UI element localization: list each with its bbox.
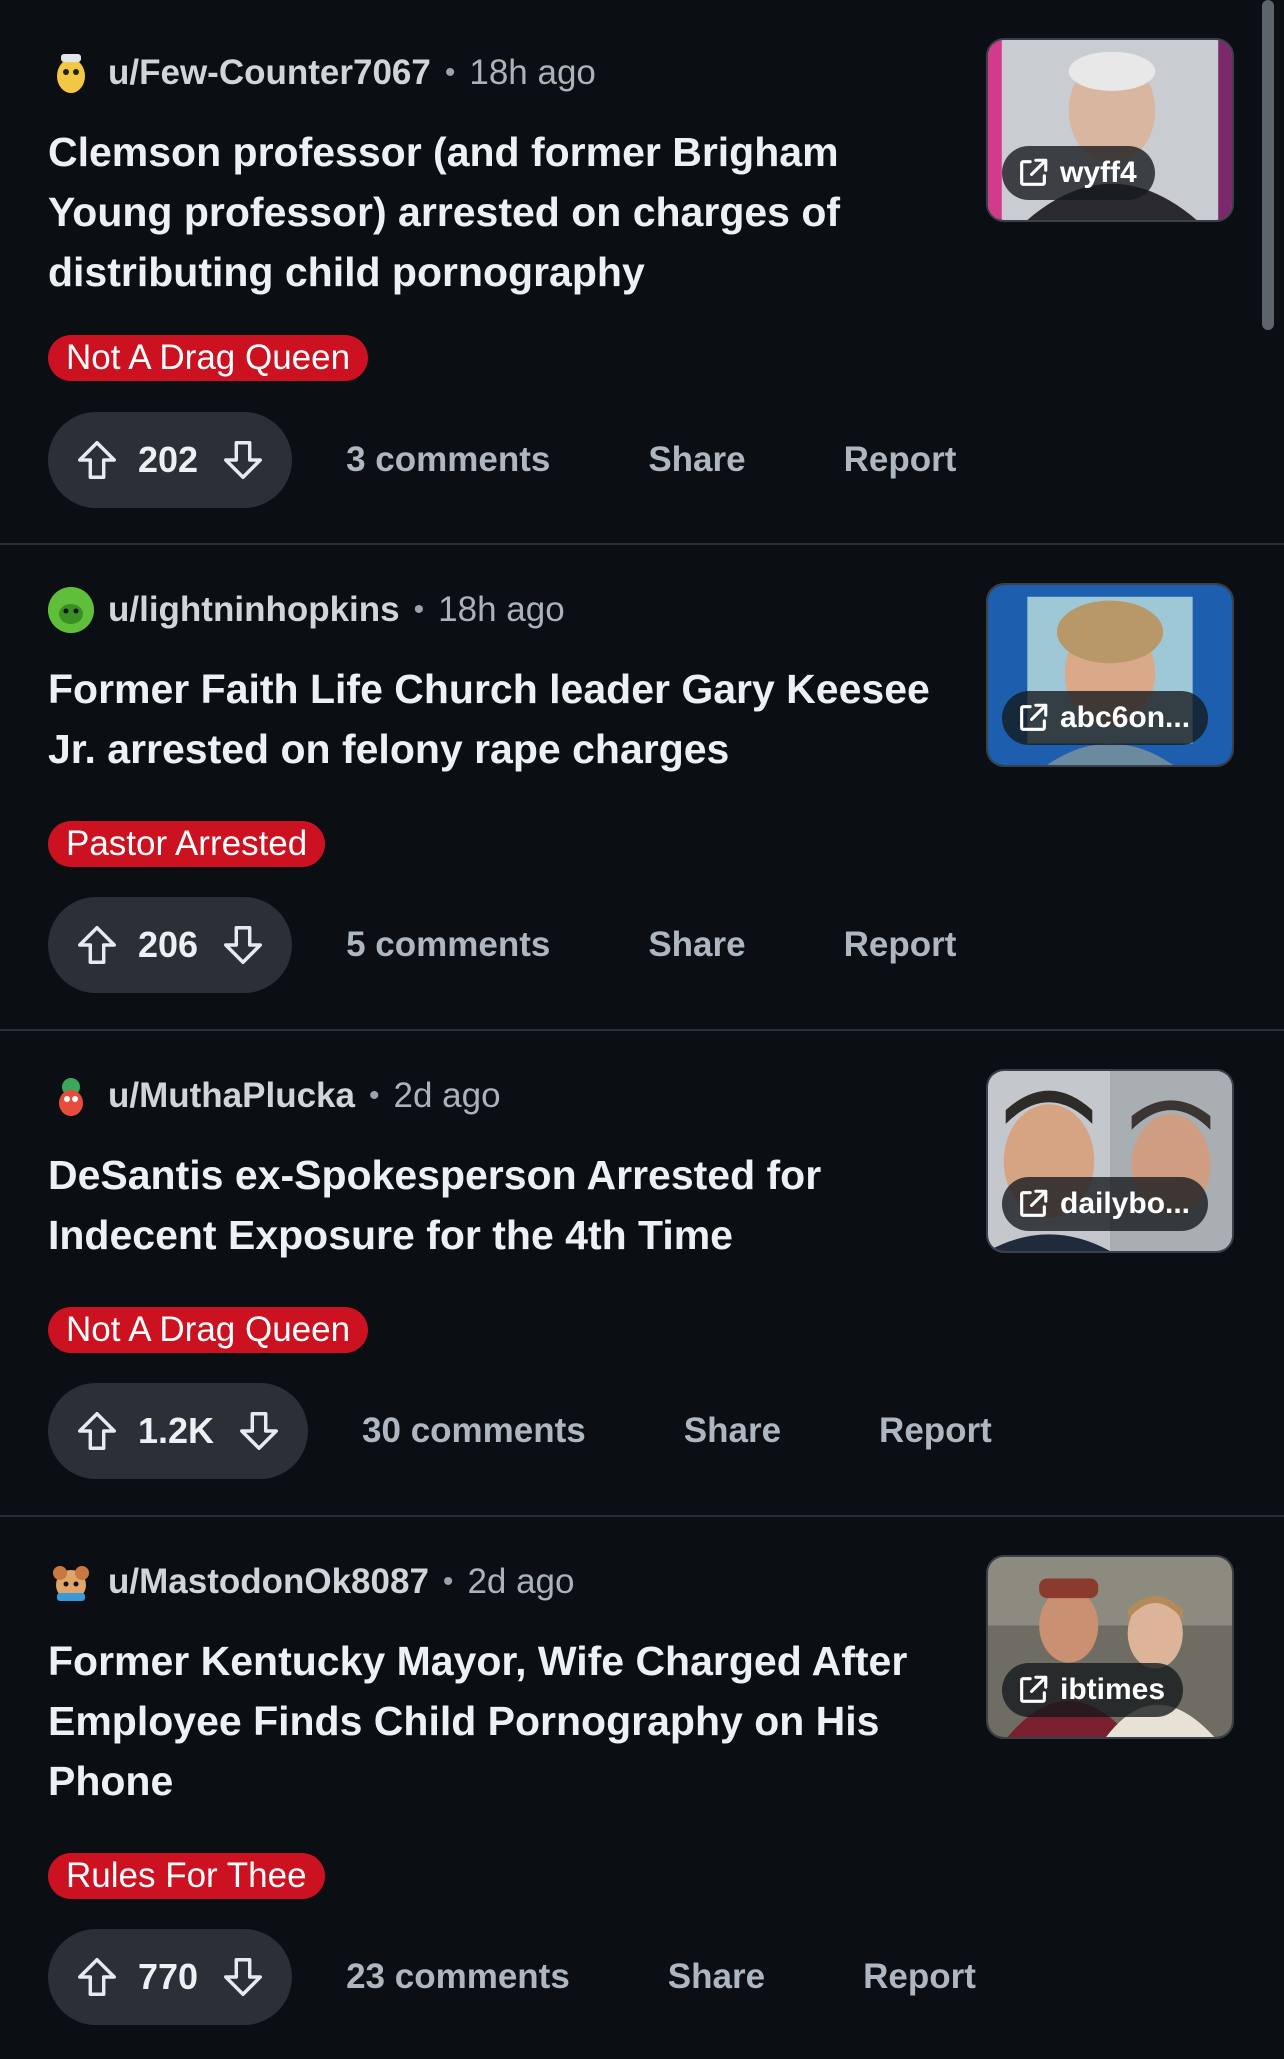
downvote-icon[interactable] [220, 1953, 266, 2001]
post-title[interactable]: Former Faith Life Church leader Gary Kee… [48, 659, 948, 779]
comments-button[interactable]: 23 comments [346, 1957, 570, 1997]
source-label: ibtimes [1060, 1673, 1166, 1706]
avatar[interactable] [48, 587, 94, 633]
post-thumbnail[interactable]: dailybo... [986, 1069, 1234, 1253]
post-title[interactable]: DeSantis ex-Spokesperson Arrested for In… [48, 1145, 948, 1265]
vote-score: 770 [138, 1956, 199, 1997]
scrollbar[interactable] [1262, 0, 1274, 330]
separator-dot: • [413, 593, 425, 626]
post-flair[interactable]: Not A Drag Queen [48, 335, 369, 381]
report-button[interactable]: Report [844, 440, 957, 480]
vote-control: 770 [48, 1929, 293, 2025]
report-button[interactable]: Report [879, 1411, 992, 1451]
comments-button[interactable]: 30 comments [362, 1411, 586, 1451]
post-time: 2d ago [393, 1076, 501, 1115]
avatar[interactable] [48, 1559, 94, 1605]
comments-button[interactable]: 5 comments [346, 925, 550, 965]
source-link[interactable]: dailybo... [1002, 1177, 1209, 1231]
post-card[interactable]: u/Few-Counter7067 • 18h ago Clemson prof… [0, 0, 1284, 545]
source-link[interactable]: abc6on... [1002, 691, 1209, 745]
post-time: 18h ago [469, 53, 596, 92]
post-thumbnail[interactable]: abc6on... [986, 583, 1234, 767]
vote-control: 202 [48, 412, 293, 508]
downvote-icon[interactable] [220, 921, 266, 969]
post-card[interactable]: u/lightninhopkins • 18h ago Former Faith… [0, 545, 1284, 1031]
separator-dot: • [444, 56, 456, 89]
upvote-icon[interactable] [74, 436, 120, 484]
post-title[interactable]: Clemson professor (and former Brigham Yo… [48, 122, 948, 302]
external-link-icon [1020, 158, 1048, 186]
post-meta: u/MuthaPlucka • 2d ago [48, 1073, 501, 1119]
post-meta: u/lightninhopkins • 18h ago [48, 587, 565, 633]
post-thumbnail[interactable]: wyff4 [986, 38, 1234, 222]
post-card[interactable]: u/MastodonOk8087 • 2d ago Former Kentuck… [0, 1517, 1284, 2059]
post-flair[interactable]: Rules For Thee [48, 1853, 325, 1899]
share-button[interactable]: Share [648, 440, 745, 480]
upvote-icon[interactable] [74, 1953, 120, 2001]
post-time: 2d ago [467, 1562, 575, 1601]
post-card[interactable]: u/MuthaPlucka • 2d ago DeSantis ex-Spoke… [0, 1031, 1284, 1517]
share-button[interactable]: Share [668, 1957, 765, 1997]
post-flair[interactable]: Pastor Arrested [48, 821, 326, 867]
source-label: dailybo... [1060, 1187, 1191, 1220]
downvote-icon[interactable] [236, 1407, 282, 1455]
post-thumbnail[interactable]: ibtimes [986, 1555, 1234, 1739]
vote-score: 202 [138, 439, 199, 480]
comments-button[interactable]: 3 comments [346, 440, 550, 480]
share-button[interactable]: Share [684, 1411, 781, 1451]
post-flair[interactable]: Not A Drag Queen [48, 1307, 369, 1353]
upvote-icon[interactable] [74, 921, 120, 969]
username[interactable]: u/MastodonOk8087 [108, 1562, 429, 1602]
external-link-icon [1020, 1675, 1048, 1703]
separator-dot: • [368, 1079, 380, 1112]
post-actions: 1.2K 30 comments Share Report [48, 1383, 992, 1479]
external-link-icon [1020, 1189, 1048, 1217]
username[interactable]: u/lightninhopkins [108, 590, 400, 630]
avatar[interactable] [48, 1073, 94, 1119]
username[interactable]: u/Few-Counter7067 [108, 53, 431, 93]
report-button[interactable]: Report [844, 925, 957, 965]
source-label: wyff4 [1060, 156, 1137, 189]
post-meta: u/MastodonOk8087 • 2d ago [48, 1559, 575, 1605]
post-actions: 206 5 comments Share Report [48, 897, 956, 993]
report-button[interactable]: Report [863, 1957, 976, 1997]
vote-score: 206 [138, 924, 199, 965]
vote-score: 1.2K [138, 1410, 215, 1451]
post-actions: 770 23 comments Share Report [48, 1929, 976, 2025]
source-label: abc6on... [1060, 701, 1191, 734]
post-feed: u/Few-Counter7067 • 18h ago Clemson prof… [0, 0, 1284, 2059]
source-link[interactable]: ibtimes [1002, 1663, 1184, 1717]
avatar[interactable] [48, 50, 94, 96]
downvote-icon[interactable] [220, 436, 266, 484]
post-actions: 202 3 comments Share Report [48, 412, 956, 508]
external-link-icon [1020, 703, 1048, 731]
username[interactable]: u/MuthaPlucka [108, 1076, 355, 1116]
upvote-icon[interactable] [74, 1407, 120, 1455]
post-title[interactable]: Former Kentucky Mayor, Wife Charged Afte… [48, 1631, 948, 1811]
separator-dot: • [442, 1565, 454, 1598]
post-time: 18h ago [438, 590, 565, 629]
vote-control: 1.2K [48, 1383, 309, 1479]
source-link[interactable]: wyff4 [1002, 146, 1155, 200]
post-meta: u/Few-Counter7067 • 18h ago [48, 50, 596, 96]
vote-control: 206 [48, 897, 293, 993]
share-button[interactable]: Share [648, 925, 745, 965]
